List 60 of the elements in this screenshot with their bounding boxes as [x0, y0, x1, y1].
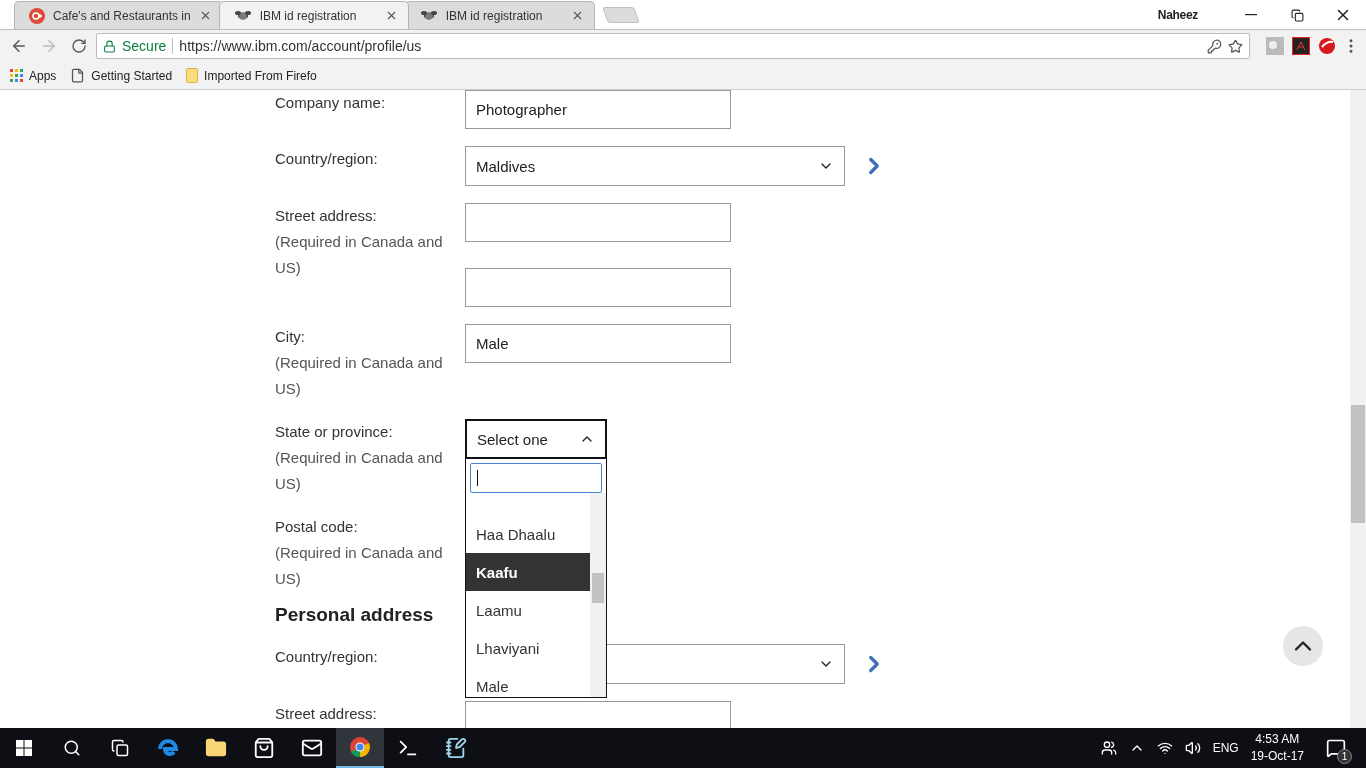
field-note: (Required in Canada and US) [275, 232, 444, 278]
chrome-button[interactable] [336, 728, 384, 768]
bookmark-item[interactable]: Getting Started [70, 68, 173, 83]
windows-icon [16, 740, 32, 756]
key-icon[interactable] [1207, 38, 1222, 54]
folder-icon [186, 68, 199, 83]
text-field[interactable] [465, 203, 731, 242]
people-icon[interactable] [1100, 740, 1117, 756]
bookmark-item[interactable]: Imported From Firefo [186, 68, 317, 83]
chrome-icon [349, 736, 371, 758]
page-icon [70, 68, 86, 83]
mail-icon [301, 737, 323, 759]
clock[interactable]: 4:53 AM 19-Oct-17 [1250, 731, 1304, 765]
field-label: Street address: [275, 704, 378, 724]
scroll-to-top-button[interactable] [1283, 626, 1323, 666]
text-field[interactable]: Male [465, 324, 731, 363]
field-note: (Required in Canada and US) [275, 448, 444, 494]
select-field[interactable]: Select one [465, 419, 607, 459]
secure-label: Secure [122, 38, 167, 54]
wifi-icon[interactable] [1156, 740, 1173, 756]
field-label: Street address: [275, 206, 378, 226]
bookmark-item[interactable]: Apps [10, 68, 57, 83]
notification-button[interactable]: 1 [1320, 732, 1352, 764]
edge-icon [157, 737, 179, 759]
minimize-icon [1245, 14, 1257, 16]
search-field[interactable] [470, 463, 602, 493]
reload-icon [71, 38, 87, 54]
task-view-icon [111, 739, 129, 757]
lock-icon [103, 39, 116, 53]
notepad-icon [445, 737, 467, 759]
text-field[interactable]: Photographer [465, 90, 731, 129]
apps-grid-icon [10, 69, 23, 82]
shopping-bag-icon [253, 737, 275, 759]
field-note: (Required in Canada and US) [275, 353, 444, 399]
field-label: Company name: [275, 93, 387, 113]
bookmark-star-icon[interactable] [1228, 38, 1243, 54]
select-field[interactable]: Maldives [465, 146, 845, 186]
volume-icon[interactable] [1184, 740, 1201, 756]
notification-badge: 1 [1337, 749, 1352, 764]
url-text: https://www.ibm.com/account/profile/us [179, 38, 423, 54]
trend-extension-icon[interactable] [1318, 37, 1336, 55]
forward-arrow-icon [40, 37, 58, 55]
language-indicator[interactable]: ENG [1212, 741, 1239, 755]
dropdown-option[interactable]: Kaafu [466, 553, 590, 591]
search-icon [63, 739, 81, 757]
text-field[interactable] [465, 268, 731, 307]
folder-icon [205, 737, 227, 759]
field-label: Country/region: [275, 647, 379, 667]
field-note: (Required in Canada and US) [275, 543, 444, 589]
section-heading: Personal address [275, 604, 434, 626]
field-label: City: [275, 327, 306, 347]
browser-tab[interactable]: IBM id registration [218, 1, 409, 29]
google-plus-icon [29, 7, 45, 24]
field-label: Postal code: [275, 517, 359, 537]
restore-icon [1290, 8, 1304, 22]
pdf-extension-icon[interactable] [1292, 37, 1310, 55]
field-label: State or province: [275, 422, 394, 442]
profile-name: Naheez [1157, 7, 1198, 22]
field-label: Country/region: [275, 149, 379, 169]
address-bar[interactable]: Secure https://www.ibm.com/account/profile/us [96, 33, 1250, 59]
